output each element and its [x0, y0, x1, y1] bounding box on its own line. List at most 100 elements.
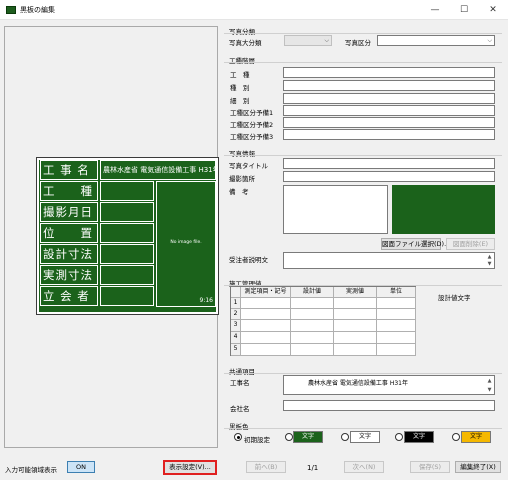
scroll-down-icon[interactable]: ▼ — [486, 387, 493, 393]
page-count: 1/1 — [307, 464, 319, 472]
scroll-down-icon[interactable]: ▼ — [486, 261, 493, 267]
table-cell[interactable] — [241, 309, 291, 320]
table-row-number: 3 — [231, 320, 241, 332]
table-cell[interactable] — [377, 320, 416, 332]
color-swatch-black[interactable]: 文字 — [404, 431, 434, 443]
color-swatch-white[interactable]: 文字 — [350, 431, 380, 443]
maximize-button[interactable]: ☐ — [450, 0, 478, 20]
photo-info-section-title: 写真情報 — [229, 150, 255, 158]
detail-field[interactable] — [283, 93, 495, 104]
display-settings-button[interactable]: 表示設定(V)... — [163, 460, 217, 475]
color-radio-black[interactable] — [395, 433, 403, 441]
color-swatch-yellow[interactable]: 文字 — [461, 431, 491, 443]
drawing-preview — [392, 185, 495, 234]
next-button[interactable]: 次へ(N) — [344, 461, 384, 473]
table-cell[interactable] — [241, 344, 291, 356]
board-label: 撮影月日 — [40, 202, 98, 222]
close-button[interactable]: ✕ — [479, 0, 507, 20]
finish-editing-button[interactable]: 編集終了(X) — [455, 461, 501, 473]
minimize-button[interactable]: — — [421, 0, 449, 20]
app-icon — [6, 6, 16, 14]
table-cell[interactable] — [377, 298, 416, 309]
table-row-number: 5 — [231, 344, 241, 356]
scroll-up-icon[interactable]: ▲ — [486, 254, 493, 260]
construction-mgmt-table[interactable]: 測定項目・記号 設計値 実測値 単位 1 2 3 4 5 — [230, 286, 416, 356]
location-field[interactable] — [283, 171, 495, 182]
title-bar: 黒板の編集 — ☐ ✕ — [0, 0, 508, 20]
board-color-section-title: 黒板色 — [229, 423, 249, 431]
photo-title-field[interactable] — [283, 158, 495, 169]
photo-major-select[interactable]: ⌵ — [284, 35, 332, 46]
chevron-down-icon: ⌵ — [487, 37, 492, 44]
section-divider — [224, 62, 502, 63]
board-value — [100, 286, 154, 306]
board-value — [100, 202, 154, 222]
table-cell[interactable] — [291, 344, 334, 356]
table-cell[interactable] — [334, 309, 377, 320]
board-photo-area: No image file. 9:16 — [156, 181, 216, 307]
table-cell[interactable] — [291, 320, 334, 332]
table-cell[interactable] — [377, 309, 416, 320]
photo-major-label: 写真大分類 — [229, 39, 262, 47]
board-value — [100, 265, 154, 285]
reserve2-field[interactable] — [283, 117, 495, 128]
table-cell[interactable] — [291, 298, 334, 309]
section-divider — [224, 33, 502, 34]
common-section-title: 共通項目 — [229, 368, 255, 376]
table-cell[interactable] — [377, 332, 416, 344]
table-header-actual: 実測値 — [334, 287, 377, 298]
table-cell[interactable] — [334, 332, 377, 344]
board-label: 設計寸法 — [40, 244, 98, 264]
color-radio-green[interactable] — [285, 433, 293, 441]
reserve3-label: 工種区分予備3 — [230, 133, 274, 141]
board-label: 工 種 — [40, 181, 98, 201]
contractor-description-textarea[interactable]: ▲ ▼ — [283, 252, 495, 269]
delete-drawing-button[interactable]: 図面削除(E) — [446, 238, 495, 250]
window-title: 黒板の編集 — [20, 6, 55, 14]
contractor-description-label: 受注者説明文 — [229, 256, 268, 264]
photo-category-select[interactable]: ⌵ — [377, 35, 495, 46]
section-divider — [224, 428, 502, 429]
scroll-up-icon[interactable]: ▲ — [486, 378, 493, 384]
save-button[interactable]: 保存(S) — [410, 461, 450, 473]
photo-class-section-title: 写真分類 — [229, 28, 255, 36]
color-radio-white[interactable] — [341, 433, 349, 441]
color-radio-initial[interactable] — [234, 433, 242, 441]
table-cell[interactable] — [241, 332, 291, 344]
board-value — [100, 223, 154, 243]
detail-label: 細 別 — [230, 97, 250, 105]
initial-setting-label: 初期設定 — [244, 436, 270, 444]
reserve1-label: 工種区分予備1 — [230, 109, 274, 117]
board-value — [100, 181, 154, 201]
photo-title-label: 写真タイトル — [229, 162, 268, 170]
board-label: 工 事 名 — [40, 160, 98, 180]
work-name-textarea[interactable]: 農林水産省 電気通信設備工事 H31年 ▲ ▼ — [283, 375, 495, 395]
table-cell[interactable] — [334, 344, 377, 356]
work-type-field[interactable] — [283, 67, 495, 78]
table-cell[interactable] — [291, 332, 334, 344]
kind-field[interactable] — [283, 80, 495, 91]
location-label: 撮影箇所 — [229, 175, 255, 183]
board-value: 農林水産省 電気通信設備工事 H31年 — [100, 160, 216, 180]
reserve3-field[interactable] — [283, 129, 495, 140]
table-cell[interactable] — [241, 320, 291, 332]
blackboard-preview: 工 事 名 農林水産省 電気通信設備工事 H31年 工 種 撮影月日 位 置 設… — [36, 157, 219, 315]
remarks-textarea[interactable] — [283, 185, 388, 234]
table-cell[interactable] — [241, 298, 291, 309]
table-cell[interactable] — [334, 320, 377, 332]
prev-button[interactable]: 前へ(B) — [246, 461, 286, 473]
table-header-unit: 単位 — [377, 287, 416, 298]
company-field[interactable] — [283, 400, 495, 411]
reserve2-label: 工種区分予備2 — [230, 121, 274, 129]
table-cell[interactable] — [377, 344, 416, 356]
color-swatch-green[interactable]: 文字 — [293, 431, 323, 443]
reserve1-field[interactable] — [283, 105, 495, 116]
board-label: 立 会 者 — [40, 286, 98, 306]
table-row-number: 2 — [231, 309, 241, 320]
table-cell[interactable] — [334, 298, 377, 309]
table-cell[interactable] — [291, 309, 334, 320]
input-area-display-label: 入力可能領域表示 — [5, 466, 57, 474]
input-area-toggle-button[interactable]: ON — [67, 461, 95, 473]
select-drawing-file-button[interactable]: 図面ファイル選択(D)... — [381, 238, 450, 250]
color-radio-yellow[interactable] — [452, 433, 460, 441]
